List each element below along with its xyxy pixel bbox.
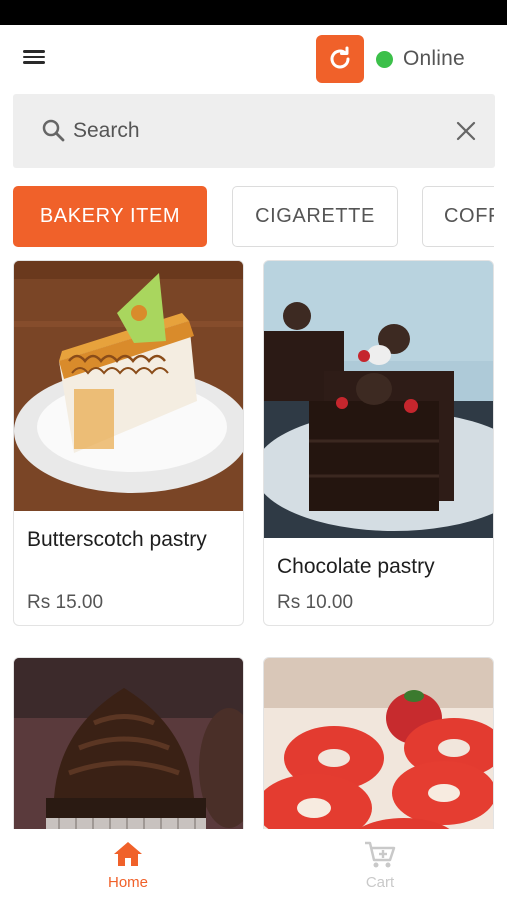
search-input[interactable] xyxy=(73,114,433,148)
product-card[interactable] xyxy=(263,657,494,857)
status-bar xyxy=(0,0,507,25)
product-image xyxy=(14,658,243,856)
product-card[interactable] xyxy=(13,657,244,857)
nav-home[interactable]: Home xyxy=(83,841,173,891)
menu-icon[interactable] xyxy=(20,47,50,73)
product-price: Rs 10.00 xyxy=(277,592,354,613)
home-icon xyxy=(114,842,142,866)
product-card[interactable]: Chocolate pastry Rs 10.00 xyxy=(263,260,494,626)
search-icon xyxy=(42,119,65,142)
product-image xyxy=(264,658,493,856)
product-name: Chocolate pastry xyxy=(277,555,435,578)
product-card[interactable]: Butterscotch pastry Rs 15.00 xyxy=(13,260,244,626)
category-coffee[interactable]: COFF xyxy=(422,186,494,247)
product-name: Butterscotch pastry xyxy=(27,528,207,551)
refresh-button[interactable] xyxy=(316,35,364,83)
product-price: Rs 15.00 xyxy=(27,592,104,613)
cart-icon xyxy=(365,841,396,868)
category-tabs: BAKERY ITEM CIGARETTE COFF xyxy=(13,186,494,248)
nav-home-label: Home xyxy=(107,874,148,891)
product-image xyxy=(264,261,493,538)
category-cigarette[interactable]: CIGARETTE xyxy=(232,186,398,247)
online-status-label: Online xyxy=(403,47,465,70)
online-status-dot xyxy=(376,51,393,68)
refresh-icon xyxy=(330,46,350,69)
top-bar: Online xyxy=(0,25,507,93)
search-bar xyxy=(13,94,495,168)
bottom-navigation: Home Cart xyxy=(0,829,507,900)
close-icon[interactable] xyxy=(455,120,477,142)
nav-cart-label: Cart xyxy=(365,874,395,891)
category-bakery-item[interactable]: BAKERY ITEM xyxy=(13,186,207,247)
nav-cart[interactable]: Cart xyxy=(335,841,425,891)
product-image xyxy=(14,261,243,511)
